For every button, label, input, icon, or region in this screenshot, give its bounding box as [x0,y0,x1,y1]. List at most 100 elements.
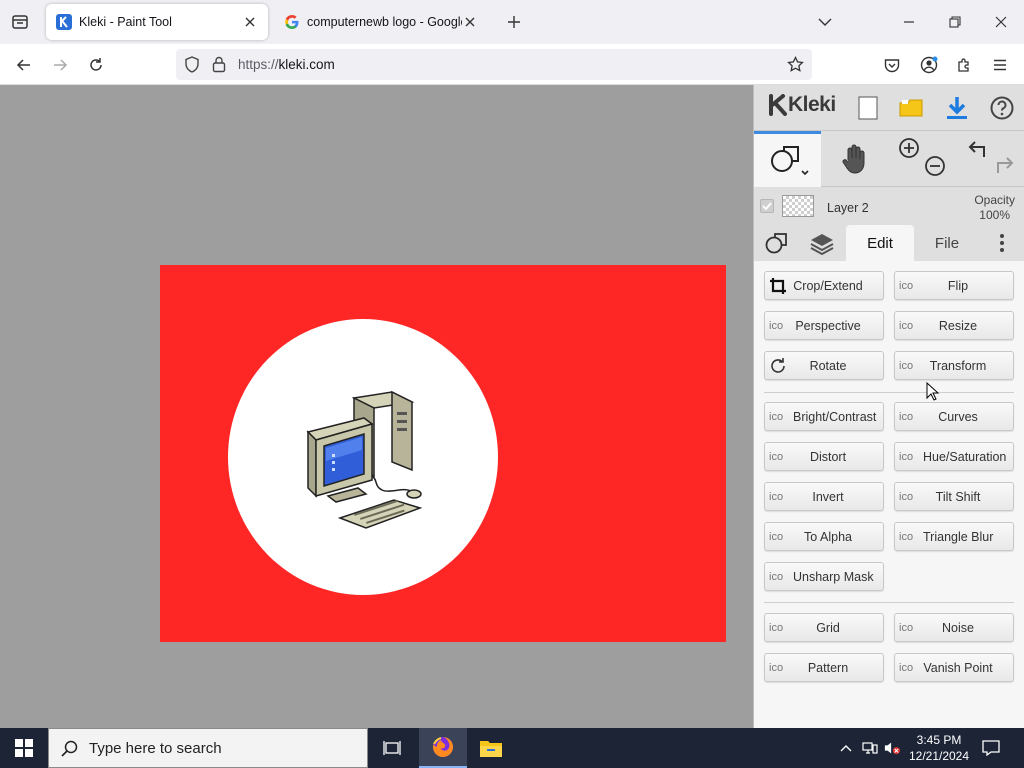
broken-image-icon: ico [769,570,784,583]
new-tab-button[interactable] [502,10,526,34]
shield-icon[interactable] [184,56,200,73]
zoom-buttons [894,131,950,187]
extensions-button[interactable] [951,52,977,78]
broken-image-icon: ico [899,410,914,423]
tab-google[interactable]: computernewb logo - Google S [274,4,488,40]
kleki-brand-text: Kleki [788,93,836,116]
filter-button-bright-contrast[interactable]: ico Bright/Contrast [764,402,884,431]
browser-navbar: https://kleki.com [0,44,1024,85]
filter-button-grid[interactable]: ico Grid [764,613,884,642]
artboard[interactable] [160,265,726,642]
layer-name: Layer 2 [827,201,869,215]
url-text[interactable]: https://kleki.com [238,57,335,72]
tab-layers[interactable] [802,225,842,261]
close-tab-icon[interactable] [242,14,258,30]
taskbar-firefox[interactable] [419,728,467,768]
reload-icon [90,58,102,71]
layer-visibility-checkbox[interactable] [760,199,774,213]
new-image-button[interactable] [851,91,885,125]
minimize-button[interactable] [886,0,932,44]
new-page-icon [858,96,878,120]
layer-thumbnail[interactable] [782,195,814,217]
bookmark-star-icon[interactable] [787,56,804,73]
zoom-out-icon[interactable] [924,155,946,177]
filter-button-unsharp-mask[interactable]: ico Unsharp Mask [764,562,884,591]
layer-row[interactable]: Layer 2 Opacity 100% [754,187,1024,225]
url-bar[interactable]: https://kleki.com [176,49,812,80]
taskbar-clock[interactable]: 3:45 PM 12/21/2024 [904,732,974,764]
broken-image-icon: ico [899,279,914,292]
shape-tool-button[interactable] [754,131,821,187]
chevron-down-icon [818,18,832,26]
tab-list-button[interactable] [8,10,32,34]
help-button[interactable] [985,91,1019,125]
hand-tool-button[interactable] [830,131,878,187]
zoom-in-icon[interactable] [898,137,920,159]
reload-button[interactable] [83,52,109,78]
separator [764,392,1014,393]
taskbar-file-explorer[interactable] [467,728,515,768]
notifications-button[interactable] [978,736,1004,760]
filter-label: Tilt Shift [935,489,981,504]
filter-button-resize[interactable]: ico Resize [894,311,1014,340]
tab-file[interactable]: File [916,225,978,261]
task-view-button[interactable] [368,728,416,768]
filter-button-triangle-blur[interactable]: ico Triangle Blur [894,522,1014,551]
forward-button[interactable] [47,52,73,78]
filter-button-curves[interactable]: ico Curves [894,402,1014,431]
filter-button-transform[interactable]: ico Transform [894,351,1014,380]
filter-button-distort[interactable]: ico Distort [764,442,884,471]
filter-button-pattern[interactable]: ico Pattern [764,653,884,682]
broken-image-icon: ico [899,450,914,463]
filter-button-hue-saturation[interactable]: ico Hue/Saturation [894,442,1014,471]
logo-circle [228,319,498,595]
network-icon [862,742,878,754]
filter-button-perspective[interactable]: ico Perspective [764,311,884,340]
lock-icon[interactable] [212,56,226,73]
list-all-tabs-button[interactable] [802,0,848,44]
tab-kleki[interactable]: Kleki - Paint Tool [46,4,268,40]
computer-icon [306,390,423,529]
pocket-button[interactable] [879,52,905,78]
close-tab-icon[interactable] [462,14,478,30]
download-button[interactable] [940,91,974,125]
broken-image-icon: ico [769,661,784,674]
account-button[interactable] [916,52,942,78]
tab-edit[interactable]: Edit [846,225,914,261]
panel-more-button[interactable] [990,225,1014,261]
menu-button[interactable] [987,52,1013,78]
plus-icon [508,16,520,28]
close-window-button[interactable] [978,0,1024,44]
filter-button-tilt-shift[interactable]: ico Tilt Shift [894,482,1014,511]
tray-volume[interactable] [884,740,900,756]
notification-icon [982,740,1000,756]
separator [764,602,1014,603]
kleki-logo[interactable]: Kleki [768,93,836,117]
filter-button-rotate[interactable]: Rotate [764,351,884,380]
filter-button-to-alpha[interactable]: ico To Alpha [764,522,884,551]
filter-button-vanish-point[interactable]: ico Vanish Point [894,653,1014,682]
filter-button-flip[interactable]: ico Flip [894,271,1014,300]
tray-overflow-button[interactable] [838,740,854,756]
filter-button-invert[interactable]: ico Invert [764,482,884,511]
filter-label: Transform [929,358,987,373]
redo-icon[interactable] [992,153,1016,177]
mouse-cursor-icon [926,382,940,401]
tray-network[interactable] [862,740,878,756]
filter-label: To Alpha [804,529,852,544]
layer-opacity[interactable]: Opacity 100% [974,193,1015,223]
tab-tools[interactable] [758,225,796,261]
search-icon [61,740,78,757]
back-button[interactable] [11,52,37,78]
taskbar-search[interactable]: Type here to search [48,728,368,768]
clock-date: 12/21/2024 [908,749,970,763]
restore-button[interactable] [932,0,978,44]
canvas-area[interactable] [0,85,753,728]
broken-image-icon: ico [899,530,914,543]
crop-icon [769,272,793,299]
open-file-button[interactable] [894,91,928,125]
filter-button-crop-extend[interactable]: Crop/Extend [764,271,884,300]
undo-icon[interactable] [966,137,990,161]
filter-button-noise[interactable]: ico Noise [894,613,1014,642]
start-button[interactable] [0,728,48,768]
